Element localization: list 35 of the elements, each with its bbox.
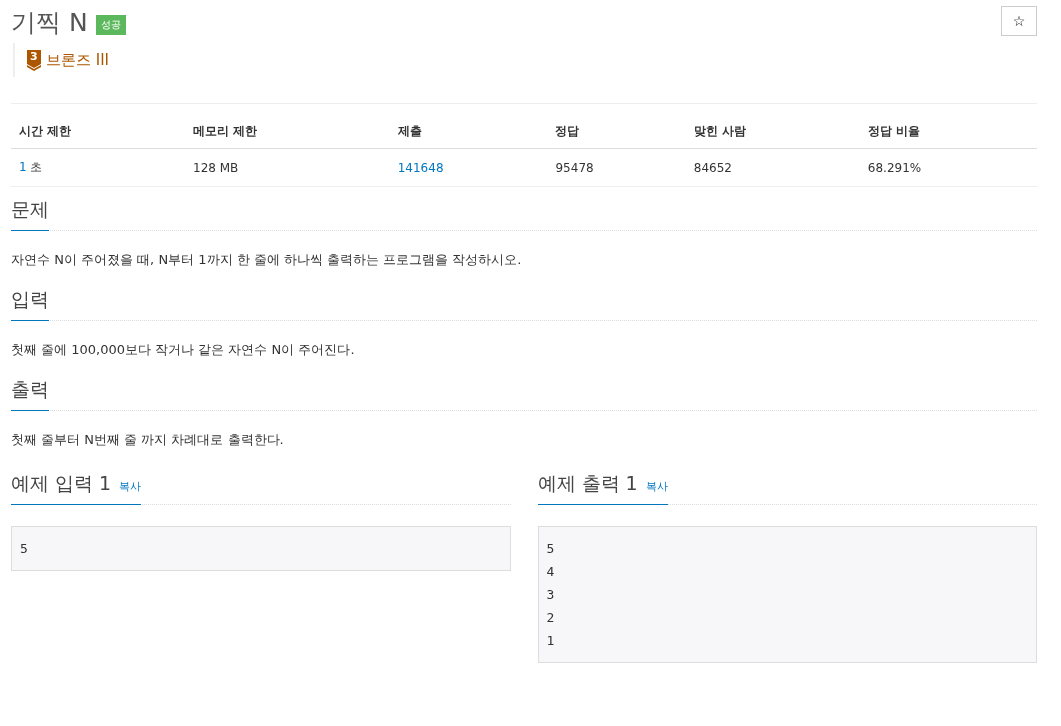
column-header: 정답 — [547, 103, 686, 149]
code-line: 3 — [546, 586, 555, 604]
section-text: 첫째 줄에 100,000보다 작거나 같은 자연수 N이 주어진다. — [11, 341, 356, 359]
copy-link[interactable]: 복사 — [645, 479, 668, 494]
column-header: 메모리 제한 — [185, 103, 390, 149]
table-cell: 84652 — [693, 160, 732, 175]
code-line: 2 — [546, 609, 555, 627]
problem-title: 기찍 N — [11, 7, 88, 39]
code-line: 5 — [20, 540, 28, 558]
section-heading: 문제 — [11, 197, 49, 231]
table-cell-text: 초 — [29, 160, 43, 174]
code-line: 5 — [546, 540, 555, 558]
section-text: 자연수 N이 주어졌을 때, N부터 1까지 한 줄에 하나씩 출력하는 프로그램을 작성하시오. — [11, 251, 523, 269]
column-header: 제출 — [389, 103, 548, 149]
copy-link[interactable]: 복사 — [119, 479, 142, 494]
tier-number: 3 — [30, 51, 38, 63]
column-header: 시간 제한 — [11, 103, 186, 149]
column-header: 정답 비율 — [859, 103, 1037, 149]
sample-heading: 예제 입력 1 — [11, 471, 112, 496]
table-cell: 128 MB — [193, 160, 239, 175]
result-badge: 성공 — [95, 14, 126, 35]
stat-link[interactable]: 1 — [19, 160, 27, 174]
star-button[interactable]: ☆ — [1001, 6, 1037, 36]
stat-link[interactable]: 141648 — [397, 160, 444, 175]
code-line: 1 — [546, 632, 555, 650]
table-cell: 95478 — [555, 160, 594, 175]
section-heading: 입력 — [11, 287, 49, 321]
tier-name: 브론즈 III — [46, 50, 110, 70]
sample-heading: 예제 출력 1 — [537, 471, 638, 496]
section-text: 첫째 줄부터 N번째 줄 까지 차례대로 출력한다. — [11, 431, 285, 449]
table-cell: 68.291% — [867, 160, 922, 175]
tier-shield-icon — [26, 49, 42, 71]
column-header: 맞힌 사람 — [685, 103, 860, 149]
code-line: 4 — [546, 563, 555, 581]
section-heading: 출력 — [11, 377, 49, 411]
